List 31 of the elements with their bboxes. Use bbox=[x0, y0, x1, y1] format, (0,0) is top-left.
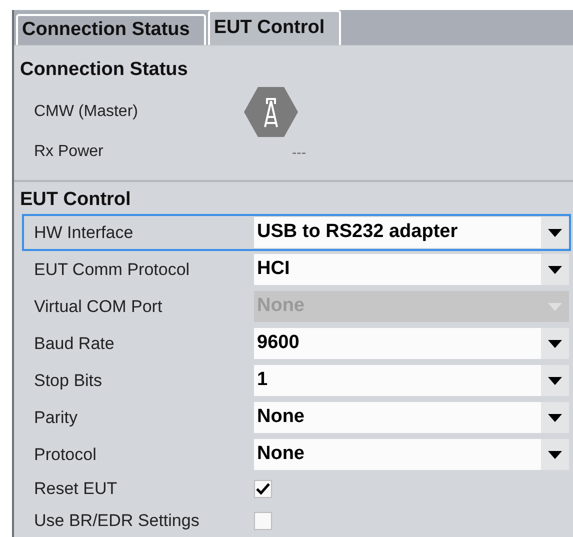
caret-icon bbox=[541, 328, 569, 359]
dropdown-field[interactable]: USB to RS232 adapter bbox=[254, 217, 569, 248]
caret-icon bbox=[541, 402, 569, 433]
antenna-tower-icon bbox=[244, 87, 298, 137]
checkbox[interactable] bbox=[254, 512, 272, 530]
tab[interactable]: EUT Control bbox=[208, 10, 341, 45]
field-label: Use BR/EDR Settings bbox=[34, 510, 200, 532]
caret-icon bbox=[541, 439, 569, 470]
status-label: Rx Power bbox=[34, 142, 104, 162]
caret-icon bbox=[541, 254, 569, 285]
field-label: Baud Rate bbox=[34, 332, 116, 355]
field-label: EUT Comm Protocol bbox=[34, 258, 191, 281]
field-label: Virtual COM Port bbox=[34, 296, 164, 318]
dropdown-field[interactable]: HCI bbox=[254, 254, 569, 285]
dropdown-field[interactable]: None bbox=[254, 402, 569, 433]
field-label: Reset EUT bbox=[34, 478, 118, 500]
checkbox[interactable] bbox=[254, 480, 272, 498]
section-title: EUT Control bbox=[19, 188, 132, 212]
caret-icon bbox=[541, 365, 569, 396]
caret-icon bbox=[541, 217, 569, 248]
dropdown-field[interactable]: None bbox=[254, 439, 569, 470]
dropdown-field[interactable]: 9600 bbox=[254, 328, 569, 359]
status-value: --- bbox=[292, 142, 306, 162]
field-label: Stop Bits bbox=[34, 370, 104, 392]
field-label: HW Interface bbox=[34, 222, 134, 244]
field-label: Protocol bbox=[34, 444, 98, 466]
tab[interactable]: Connection Status bbox=[16, 14, 206, 45]
dropdown-field[interactable]: 1 bbox=[254, 365, 569, 396]
section-title: Connection Status bbox=[19, 58, 189, 82]
status-label: CMW (Master) bbox=[34, 102, 139, 122]
field-label: Parity bbox=[34, 406, 78, 429]
